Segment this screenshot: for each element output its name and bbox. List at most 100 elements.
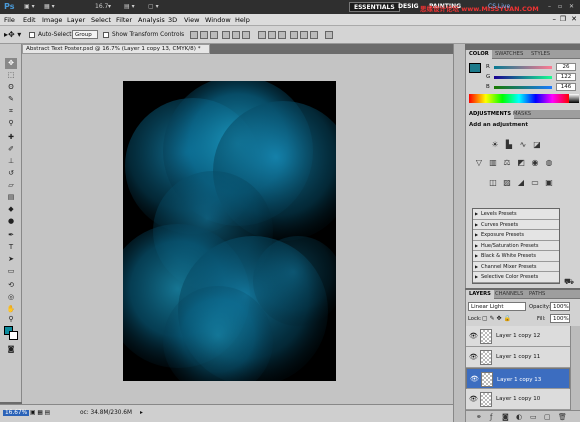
tab-masks[interactable]: MASKS — [510, 110, 534, 119]
distribute-left-icon[interactable] — [290, 31, 298, 39]
hue-saturation-icon[interactable]: ▥ — [488, 158, 498, 167]
distribute-top-icon[interactable] — [258, 31, 266, 39]
marquee-tool-icon[interactable]: ⬚ — [5, 70, 17, 81]
menu-3d[interactable]: 3D — [168, 16, 177, 24]
type-tool-icon[interactable]: T — [5, 242, 17, 253]
canvas[interactable] — [123, 81, 336, 381]
3d-orbit-tool-icon[interactable]: ◎ — [5, 292, 17, 303]
blend-mode-dropdown[interactable]: Linear Light — [468, 302, 526, 311]
add-mask-icon[interactable]: ◙ — [502, 413, 509, 421]
status-zoom[interactable]: 16.67% — [3, 410, 30, 416]
maximize-icon[interactable]: ▫ — [558, 3, 562, 10]
green-slider[interactable] — [494, 76, 552, 79]
tab-channels[interactable]: CHANNELS — [492, 290, 526, 299]
auto-align-icon[interactable] — [325, 31, 333, 39]
align-vcenter-icon[interactable] — [200, 31, 208, 39]
distribute-right-icon[interactable] — [310, 31, 318, 39]
cs-live-button[interactable]: CS Live — [488, 3, 510, 10]
black-white-icon[interactable]: ◩ — [516, 158, 526, 167]
preset-curves[interactable]: Curves Presets — [473, 220, 559, 230]
menu-file[interactable]: File — [4, 16, 15, 24]
document-tab[interactable]: Abstract Text Poster.psd @ 16.7% (Layer … — [22, 44, 210, 54]
brightness-contrast-icon[interactable]: ☀ — [490, 140, 500, 149]
menu-help[interactable]: Help — [235, 16, 250, 24]
gradient-tool-icon[interactable]: ▤ — [5, 192, 17, 203]
preset-exposure[interactable]: Exposure Presets — [473, 230, 559, 241]
status-doc-size[interactable]: oc: 34.8M/230.6M — [80, 410, 132, 416]
preset-selective-color[interactable]: Selective Color Presets — [473, 272, 559, 283]
status-icons[interactable]: ▣ ▦ ▤ — [30, 410, 50, 416]
invert-icon[interactable]: ◫ — [488, 178, 498, 187]
eyedropper-tool-icon[interactable]: ⚲ — [5, 118, 17, 129]
grayscale-ramp[interactable] — [569, 94, 579, 103]
preset-hue-saturation[interactable]: Hue/Saturation Presets — [473, 241, 559, 251]
layer-style-icon[interactable]: ƒ — [490, 413, 492, 421]
tab-paths[interactable]: PATHS — [526, 290, 548, 299]
preset-black-white[interactable]: Black & White Presets — [473, 251, 559, 262]
visibility-eye-icon[interactable]: 👁 — [470, 375, 479, 383]
layers-scrollbar[interactable] — [570, 326, 580, 410]
preset-levels[interactable]: Levels Presets — [473, 209, 559, 220]
fill-field[interactable]: 100% — [550, 314, 570, 323]
adjustment-options-icon[interactable]: ⛟ — [564, 277, 574, 286]
new-adjustment-icon[interactable]: ◐ — [516, 413, 522, 421]
show-transform-checkbox[interactable] — [103, 32, 109, 38]
menu-edit[interactable]: Edit — [23, 16, 36, 24]
menu-image[interactable]: Image — [42, 16, 62, 24]
distribute-vcenter-icon[interactable] — [268, 31, 276, 39]
3d-rotate-tool-icon[interactable]: ⟲ — [5, 280, 17, 291]
link-layers-icon[interactable]: ⚭ — [476, 413, 482, 421]
blue-slider[interactable] — [494, 86, 552, 89]
path-selection-tool-icon[interactable]: ➤ — [5, 254, 17, 265]
posterize-icon[interactable]: ▨ — [502, 178, 512, 187]
zoom-dropdown-icon[interactable]: ▾ — [108, 3, 111, 10]
green-value[interactable]: 122 — [556, 73, 576, 81]
visibility-eye-icon[interactable]: 👁 — [469, 353, 478, 361]
close-icon[interactable]: ✕ — [569, 3, 574, 10]
new-layer-icon[interactable]: ▢ — [544, 413, 551, 421]
new-group-icon[interactable]: ▭ — [530, 413, 537, 421]
move-tool-icon[interactable]: ✥ — [5, 58, 17, 69]
background-color-swatch[interactable] — [9, 331, 18, 340]
distribute-hcenter-icon[interactable] — [300, 31, 308, 39]
color-spectrum-ramp[interactable] — [469, 94, 569, 103]
align-bottom-icon[interactable] — [210, 31, 218, 39]
red-slider[interactable] — [494, 66, 552, 69]
selective-color-icon[interactable]: ▣ — [544, 178, 554, 187]
channel-mixer-icon[interactable]: ◍ — [544, 158, 554, 167]
lock-icons[interactable]: ▢ ✎ ✥ 🔒 — [482, 315, 511, 322]
red-value[interactable]: 26 — [556, 63, 576, 71]
screen-mode-icon[interactable]: ▢ ▾ — [148, 3, 159, 10]
photo-filter-icon[interactable]: ◉ — [530, 158, 540, 167]
align-top-icon[interactable] — [190, 31, 198, 39]
menu-select[interactable]: Select — [91, 16, 111, 24]
align-left-icon[interactable] — [222, 31, 230, 39]
layer-row[interactable]: 👁 Layer 1 copy 11 — [466, 347, 570, 368]
distribute-bottom-icon[interactable] — [278, 31, 286, 39]
blue-value[interactable]: 146 — [556, 83, 576, 91]
tab-color[interactable]: COLOR — [466, 50, 492, 59]
blur-tool-icon[interactable]: ◆ — [5, 204, 17, 215]
layer-row[interactable]: 👁 Layer 1 copy 12 — [466, 326, 570, 347]
tab-layers[interactable]: LAYERS — [466, 290, 494, 299]
doc-close-icon[interactable]: ✕ — [571, 15, 577, 23]
lasso-tool-icon[interactable]: ʘ — [5, 82, 17, 93]
eraser-tool-icon[interactable]: ▱ — [5, 180, 17, 191]
workspace-design[interactable]: DESIG — [394, 2, 423, 12]
curves-icon[interactable]: ∿ — [518, 140, 528, 149]
menu-filter[interactable]: Filter — [116, 16, 132, 24]
pen-tool-icon[interactable]: ✒ — [5, 230, 17, 241]
healing-brush-tool-icon[interactable]: ✚ — [5, 132, 17, 143]
move-tool-preset-icon[interactable]: ▸✥ ▾ — [4, 30, 21, 39]
opacity-field[interactable]: 100% — [550, 302, 570, 311]
shape-tool-icon[interactable]: ▭ — [5, 266, 17, 277]
delete-layer-icon[interactable]: 🗑 — [558, 413, 567, 421]
gradient-map-icon[interactable]: ▭ — [530, 178, 540, 187]
auto-select-checkbox[interactable] — [29, 32, 35, 38]
levels-icon[interactable]: ▙ — [504, 140, 514, 149]
minimize-icon[interactable]: – — [548, 3, 551, 10]
clone-stamp-tool-icon[interactable]: ⊥ — [5, 156, 17, 167]
align-hcenter-icon[interactable] — [232, 31, 240, 39]
exposure-icon[interactable]: ◪ — [532, 140, 542, 149]
preset-channel-mixer[interactable]: Channel Mixer Presets — [473, 262, 559, 272]
